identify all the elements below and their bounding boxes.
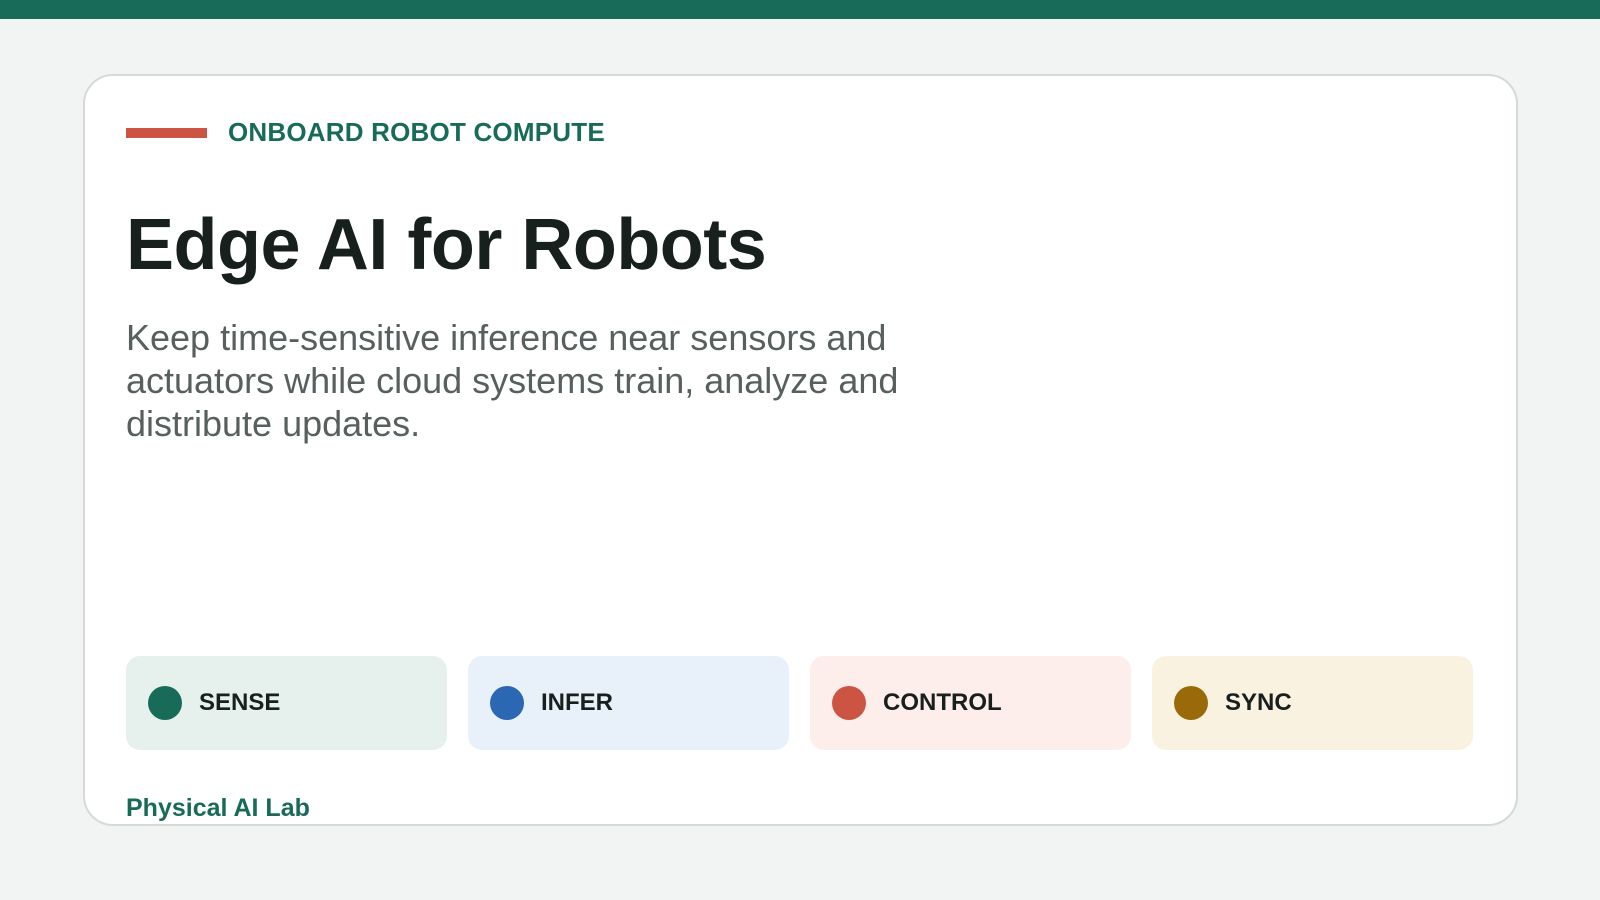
stage-dot-icon xyxy=(832,686,866,720)
stage-label: INFER xyxy=(541,689,613,716)
top-accent-bar xyxy=(0,0,1600,19)
stage-card-infer: INFER xyxy=(468,656,789,750)
stage-dot-icon xyxy=(490,686,524,720)
slide-card: ONBOARD ROBOT COMPUTE Edge AI for Robots… xyxy=(83,74,1518,826)
stage-dot-icon xyxy=(148,686,182,720)
stage-card-sense: SENSE xyxy=(126,656,447,750)
stage-label: CONTROL xyxy=(883,689,1002,716)
eyebrow: ONBOARD ROBOT COMPUTE xyxy=(126,117,605,148)
stage-card-control: CONTROL xyxy=(810,656,1131,750)
eyebrow-text: ONBOARD ROBOT COMPUTE xyxy=(228,117,605,147)
footer-org-name: Physical AI Lab xyxy=(126,794,310,822)
stage-dot-icon xyxy=(1174,686,1208,720)
stage-card-sync: SYNC xyxy=(1152,656,1473,750)
page-subtitle: Keep time-sensitive inference near senso… xyxy=(126,317,899,444)
stage-list: SENSE INFER CONTROL SYNC xyxy=(126,656,1473,750)
stage-label: SENSE xyxy=(199,689,281,716)
stage-label: SYNC xyxy=(1225,689,1292,716)
eyebrow-rule xyxy=(126,127,207,138)
page-title: Edge AI for Robots xyxy=(126,205,767,285)
